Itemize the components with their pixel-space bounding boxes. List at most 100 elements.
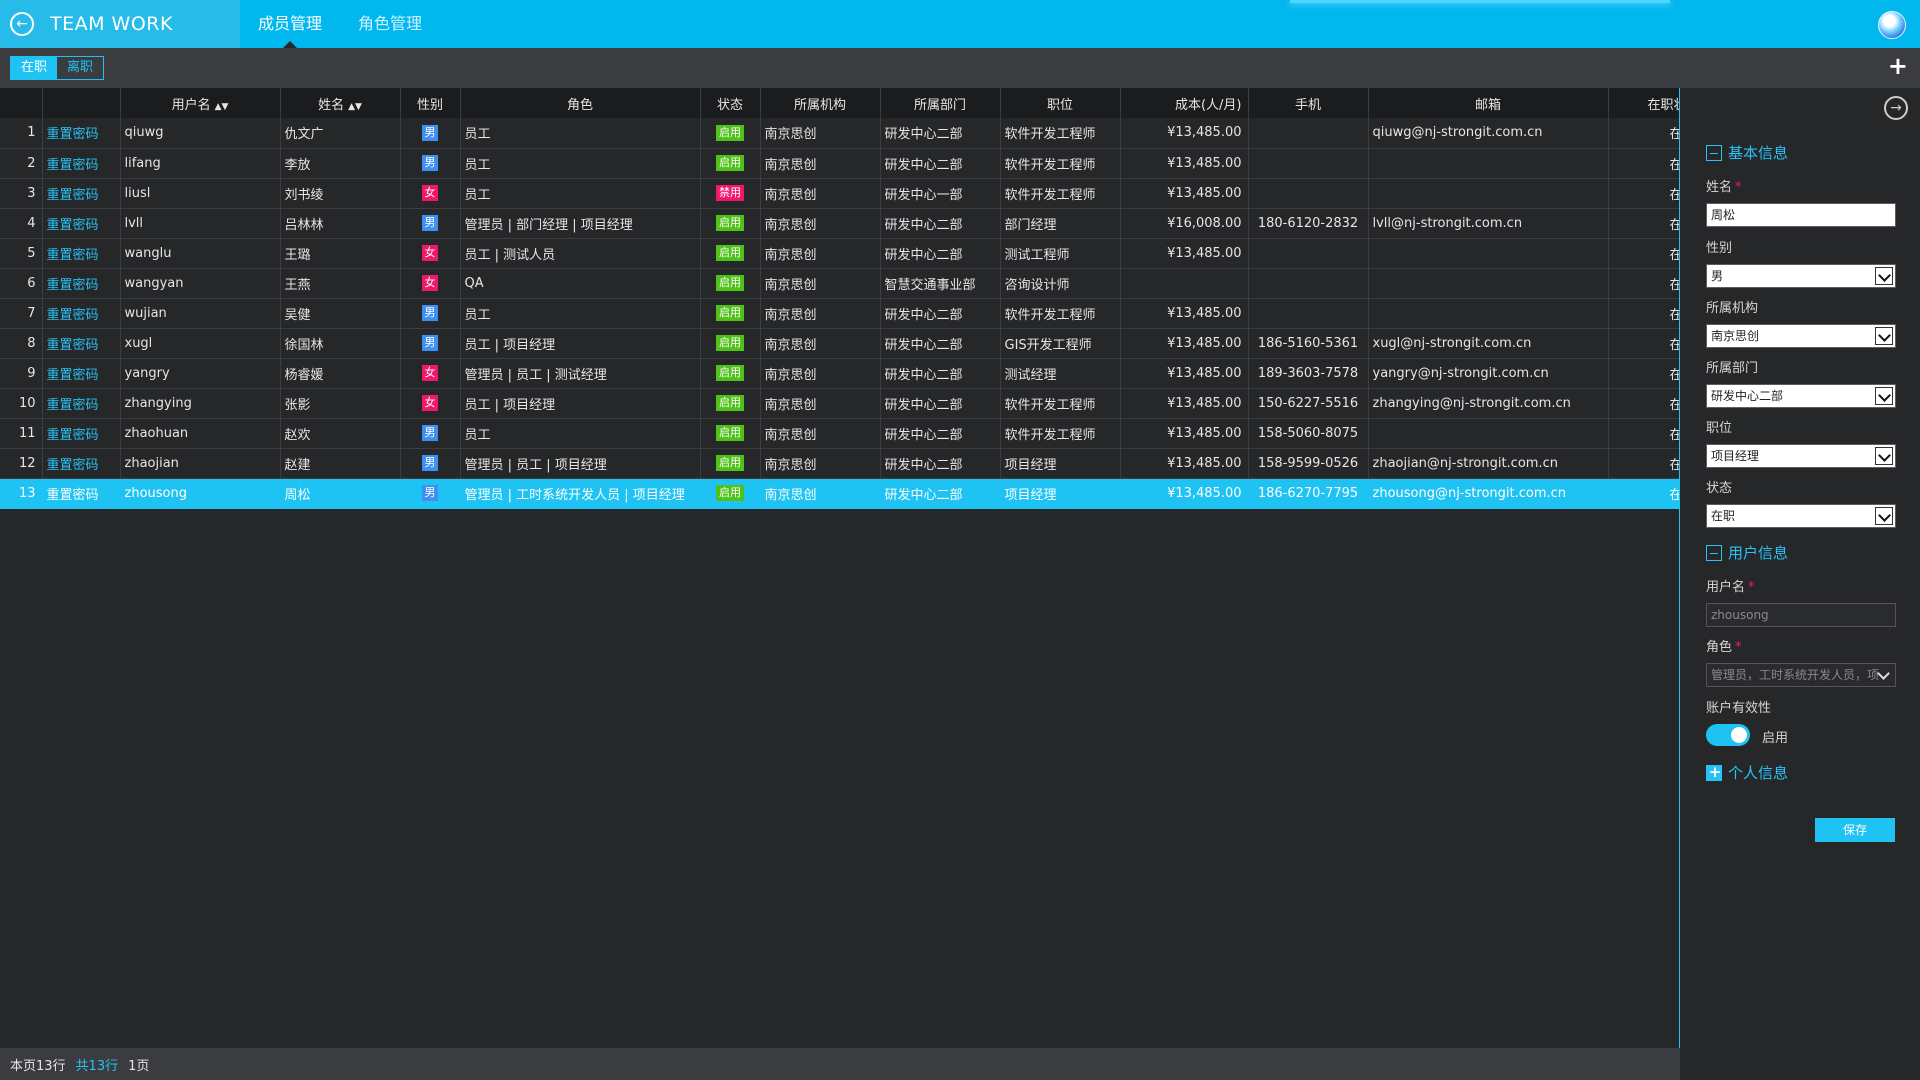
account-validity-toggle[interactable]	[1706, 724, 1750, 746]
filter-active-button[interactable]: 在职	[11, 57, 58, 79]
back-arrow-icon[interactable]: ←	[10, 12, 34, 36]
cell-role: 员工	[460, 178, 701, 209]
col-gender: 性别	[400, 88, 461, 118]
col-username[interactable]: 用户名 ▲▼	[120, 88, 281, 118]
cell-dept: 研发中心二部	[880, 388, 1001, 419]
chevron-down-icon[interactable]	[1875, 666, 1893, 684]
cell-status: 启用	[700, 448, 761, 479]
section-user-info[interactable]: 用户信息	[1706, 542, 1788, 563]
position-select[interactable]: 项目经理	[1706, 444, 1896, 468]
table-row[interactable]: 12 重置密码 zhaojian 赵建 男 管理员 | 员工 | 项目经理 启用 南京思创 研发…	[0, 448, 1679, 479]
role-select[interactable]: 管理员，工时系统开发人员，项	[1706, 663, 1896, 687]
cell-status: 启用	[700, 388, 761, 419]
table-row[interactable]: 10 重置密码 zhangying 张影 女 员工 | 项目经理 启用 南京思创 研发中心二部软…	[0, 388, 1679, 419]
reset-password-link[interactable]: 重置密码	[42, 208, 121, 239]
tab-member-management[interactable]: 成员管理	[240, 0, 340, 48]
status-badge: 启用	[716, 275, 744, 291]
table-row[interactable]: 3 重置密码 liusl 刘书绫 女 员工 禁用 南京思创 研发中心一部 软件开发工程师 ¥13,4…	[0, 178, 1679, 209]
total-row-count: 共13行	[75, 1058, 119, 1074]
org-select[interactable]: 南京思创	[1706, 324, 1896, 348]
reset-password-link[interactable]: 重置密码	[42, 478, 121, 509]
cell-org: 南京思创	[760, 328, 881, 359]
cell-employment: 在职	[1608, 418, 1679, 449]
cell-dept: 研发中心二部	[880, 148, 1001, 179]
filter-left-button[interactable]: 离职	[57, 57, 103, 79]
chevron-down-icon[interactable]	[1875, 327, 1893, 345]
section-personal-info[interactable]: 个人信息	[1706, 762, 1788, 783]
chevron-down-icon[interactable]	[1875, 387, 1893, 405]
status-select[interactable]: 在职	[1706, 504, 1896, 528]
cell-email: lvll@nj-strongit.com.cn	[1368, 208, 1609, 239]
reset-password-link[interactable]: 重置密码	[42, 118, 121, 149]
reset-password-link[interactable]: 重置密码	[42, 178, 121, 209]
cell-email: xugl@nj-strongit.com.cn	[1368, 328, 1609, 359]
cell-cost	[1120, 268, 1249, 299]
cell-dept: 研发中心二部	[880, 328, 1001, 359]
table-row[interactable]: 7 重置密码 wujian 吴健 男 员工 启用 南京思创 研发中心二部 软件开发工程师 ¥13,4…	[0, 298, 1679, 329]
save-button[interactable]: 保存	[1815, 818, 1895, 842]
reset-password-link[interactable]: 重置密码	[42, 418, 121, 449]
table-row[interactable]: 5 重置密码 wanglu 王璐 女 员工 | 测试人员 启用 南京思创 研发中心二部 测试工程师…	[0, 238, 1679, 269]
sort-icon[interactable]: ▲▼	[215, 102, 229, 112]
cell-employment: 在职	[1608, 298, 1679, 329]
cell-position: 项目经理	[1000, 448, 1121, 479]
cell-status: 启用	[700, 358, 761, 389]
reset-password-link[interactable]: 重置密码	[42, 298, 121, 329]
cell-dept: 研发中心二部	[880, 298, 1001, 329]
section-basic-info[interactable]: 基本信息	[1706, 142, 1788, 163]
table-row[interactable]: 2 重置密码 lifang 李放 男 员工 启用 南京思创 研发中心二部 软件开发工程师 ¥13,4…	[0, 148, 1679, 179]
row-index: 13	[0, 478, 43, 509]
cell-name: 周松	[280, 478, 401, 509]
dept-select[interactable]: 研发中心二部	[1706, 384, 1896, 408]
reset-password-link[interactable]: 重置密码	[42, 358, 121, 389]
reset-password-link[interactable]: 重置密码	[42, 328, 121, 359]
status-badge: 启用	[716, 335, 744, 351]
cell-username: wujian	[120, 298, 281, 329]
gender-select[interactable]: 男	[1706, 264, 1896, 288]
col-name[interactable]: 姓名 ▲▼	[280, 88, 401, 118]
collapse-icon[interactable]	[1706, 144, 1722, 161]
reset-password-link[interactable]: 重置密码	[42, 388, 121, 419]
sort-icon[interactable]: ▲▼	[348, 102, 362, 112]
arrow-right-circle-icon[interactable]: →	[1884, 96, 1908, 120]
chevron-down-icon[interactable]	[1875, 507, 1893, 525]
chevron-down-icon[interactable]	[1875, 267, 1893, 285]
table-row[interactable]: 11 重置密码 zhaohuan 赵欢 男 员工 启用 南京思创 研发中心二部 软件开发工程师 ¥1…	[0, 418, 1679, 449]
tab-role-management[interactable]: 角色管理	[340, 0, 440, 48]
cell-position: 软件开发工程师	[1000, 118, 1121, 149]
chevron-down-icon[interactable]	[1875, 447, 1893, 465]
globe-avatar-icon[interactable]	[1878, 11, 1906, 39]
table-row[interactable]: 1 重置密码 qiuwg 仇文广 男 员工 启用 南京思创 研发中心二部 软件开发工程师 ¥13,4…	[0, 118, 1679, 149]
expand-icon[interactable]	[1706, 763, 1723, 781]
cell-cost: ¥13,485.00	[1120, 388, 1249, 419]
reset-password-link[interactable]: 重置密码	[42, 148, 121, 179]
cell-cost: ¥13,485.00	[1120, 448, 1249, 479]
table-row[interactable]: 13 重置密码 zhousong 周松 男 管理员 | 工时系统开发人员 | 项目经理 启用…	[0, 478, 1679, 509]
cell-phone	[1248, 268, 1369, 299]
cell-employment: 在职	[1608, 238, 1679, 269]
cell-role: 员工 | 项目经理	[460, 328, 701, 359]
cell-role: 员工	[460, 298, 701, 329]
plus-icon[interactable]: +	[1888, 54, 1908, 78]
name-field[interactable]: 周松	[1706, 203, 1896, 227]
status-badge: 启用	[716, 425, 744, 441]
cell-username: wanglu	[120, 238, 281, 269]
row-index: 3	[0, 178, 43, 209]
name-label: 姓名 *	[1706, 180, 1742, 195]
reset-password-link[interactable]: 重置密码	[42, 238, 121, 269]
cell-org: 南京思创	[760, 448, 881, 479]
cell-username: lvll	[120, 208, 281, 239]
table-row[interactable]: 4 重置密码 lvll 吕林林 男 管理员 | 部门经理 | 项目经理 启用 南京思创 研发中心…	[0, 208, 1679, 239]
cell-phone	[1248, 148, 1369, 179]
collapse-icon[interactable]	[1706, 544, 1722, 561]
cell-name: 吴健	[280, 298, 401, 329]
table-row[interactable]: 6重置密码wangyan王燕 女 QA 启用南京思创智慧交通事业部咨询设计师 在职	[0, 268, 1679, 299]
employment-filter: 在职 离职	[10, 56, 105, 80]
cell-gender: 男	[400, 418, 461, 449]
reset-password-link[interactable]: 重置密码	[42, 448, 121, 479]
row-index: 2	[0, 148, 43, 179]
table-row[interactable]: 8 重置密码 xugl 徐国林 男 员工 | 项目经理 启用 南京思创 研发中心二部 GIS开发工…	[0, 328, 1679, 359]
reset-password-link[interactable]: 重置密码	[42, 268, 121, 299]
cell-position: 测试经理	[1000, 358, 1121, 389]
table-row[interactable]: 9 重置密码 yangry 杨睿媛 女 管理员 | 员工 | 测试经理 启用 南京思创 研发中心…	[0, 358, 1679, 389]
